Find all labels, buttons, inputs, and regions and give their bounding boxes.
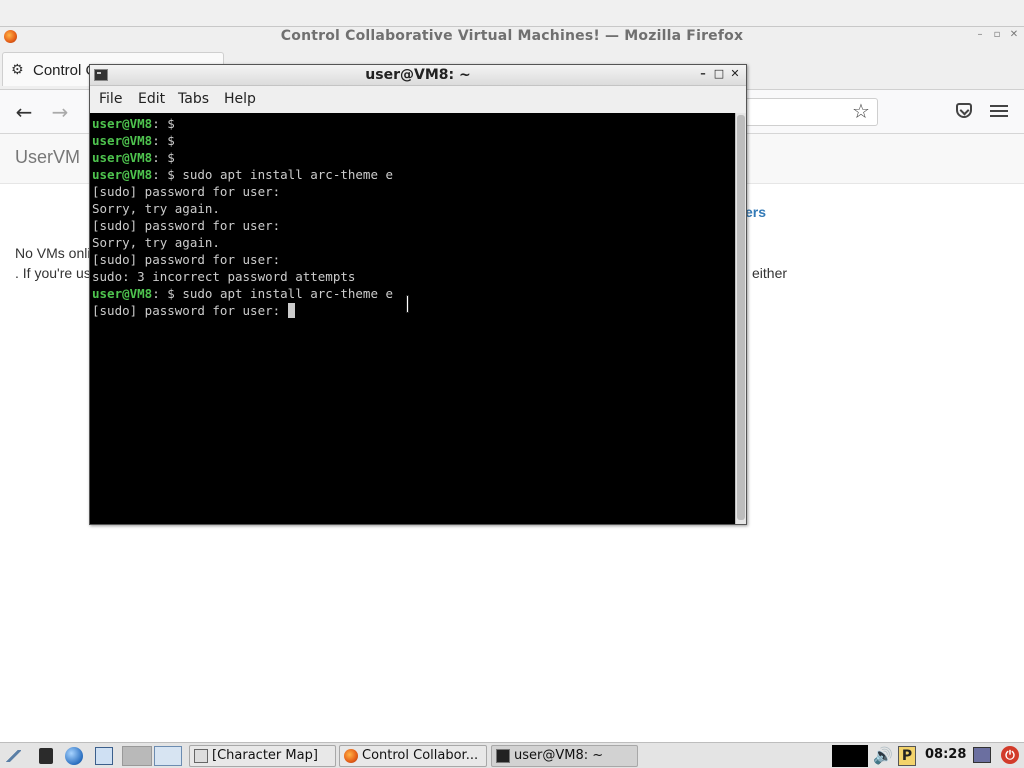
menu-help[interactable]: Help: [224, 91, 256, 107]
screen-lock-icon[interactable]: [973, 747, 991, 763]
terminal-menubar: File Edit Tabs Help: [90, 86, 746, 113]
prompt-user: user@VM8: [92, 167, 153, 182]
firefox-window-title: Control Collaborative Virtual Machines! …: [280, 28, 744, 44]
pocket-icon[interactable]: [956, 103, 972, 118]
terminal-line: user@VM8: $: [92, 149, 393, 166]
volume-icon[interactable]: 🔊: [873, 746, 893, 766]
prompt-user: user@VM8: [92, 133, 153, 148]
terminal-window: user@VM8: ~ – □ ✕ File Edit Tabs Help us…: [89, 64, 747, 525]
character-map-icon: [194, 749, 208, 763]
terminal-title: user@VM8: ~: [365, 67, 471, 83]
workspace-1[interactable]: [122, 746, 152, 766]
terminal-line: [sudo] password for user:: [92, 302, 393, 319]
desktop-top-strip: [0, 0, 1024, 27]
close-icon[interactable]: ✕: [728, 67, 742, 81]
line-text: Sorry, try again.: [92, 235, 220, 250]
menu-file[interactable]: File: [99, 91, 122, 107]
star-icon[interactable]: ☆: [852, 100, 870, 122]
line-text: : $ sudo apt install arc-theme e: [152, 167, 394, 182]
no-vms-text: No VMs onli: [15, 245, 91, 261]
terminal-line: Sorry, try again.: [92, 200, 393, 217]
maximize-icon[interactable]: □: [712, 67, 726, 81]
terminal-line: [sudo] password for user:: [92, 217, 393, 234]
task-firefox[interactable]: Control Collabor...: [339, 745, 487, 767]
tab-label: Control C: [33, 62, 97, 79]
task-terminal[interactable]: user@VM8: ~: [491, 745, 638, 767]
clock[interactable]: 08:28: [925, 747, 966, 762]
workspace-2[interactable]: [154, 746, 182, 766]
terminal-line: [sudo] password for user:: [92, 183, 393, 200]
task-label: [Character Map]: [212, 748, 318, 763]
restore-icon[interactable]: ▫: [991, 29, 1003, 41]
brand-link[interactable]: UserVM: [15, 147, 80, 168]
menu-edit[interactable]: Edit: [138, 91, 165, 107]
tab-favicon-icon: ⚙: [11, 62, 24, 78]
line-text: [sudo] password for user:: [92, 303, 288, 318]
close-icon[interactable]: ✕: [1008, 29, 1020, 41]
line-text: : $: [152, 133, 175, 148]
forward-arrow-icon[interactable]: →: [49, 101, 71, 123]
power-icon[interactable]: ⏻: [1001, 746, 1019, 764]
prompt-user: user@VM8: [92, 116, 153, 131]
terminal-cursor: [287, 303, 295, 318]
task-character-map[interactable]: [Character Map]: [189, 745, 336, 767]
info-text: . If you're us: [15, 265, 91, 281]
text-cursor-icon: [405, 296, 411, 312]
terminal-line: user@VM8: $: [92, 132, 393, 149]
line-text: Sorry, try again.: [92, 201, 220, 216]
scrollbar-thumb[interactable]: [737, 115, 745, 520]
info-text-tail: either: [752, 265, 788, 281]
line-text: [sudo] password for user:: [92, 184, 281, 199]
browser-launcher-icon[interactable]: [65, 747, 83, 765]
terminal-line: user@VM8: $ sudo apt install arc-theme e: [92, 166, 393, 183]
terminal-lines: user@VM8: $ user@VM8: $ user@VM8: $ user@VM…: [92, 115, 393, 319]
line-text: [sudo] password for user:: [92, 218, 281, 233]
terminal-icon: [496, 749, 510, 763]
prompt-user: user@VM8: [92, 286, 153, 301]
back-arrow-icon[interactable]: ←: [13, 101, 35, 123]
line-text: : $ sudo apt install arc-theme e: [152, 286, 394, 301]
task-label: Control Collabor...: [362, 748, 479, 763]
partial-link[interactable]: ers: [745, 204, 766, 220]
prompt-user: user@VM8: [92, 150, 153, 165]
line-text: [sudo] password for user:: [92, 252, 281, 267]
terminal-line: Sorry, try again.: [92, 234, 393, 251]
file-manager-icon[interactable]: [95, 747, 113, 765]
hamburger-menu-icon[interactable]: [990, 102, 1008, 120]
start-menu-icon[interactable]: [4, 747, 22, 765]
terminal-titlebar[interactable]: user@VM8: ~ – □ ✕: [90, 65, 746, 86]
line-text: : $: [152, 150, 175, 165]
terminal-scrollbar[interactable]: [735, 113, 746, 524]
parking-icon[interactable]: P: [898, 746, 916, 766]
minimize-icon[interactable]: –: [974, 29, 986, 41]
tray-monitor[interactable]: [832, 745, 868, 767]
line-text: sudo: 3 incorrect password attempts: [92, 269, 356, 284]
taskbar: [Character Map] Control Collabor... user…: [0, 742, 1024, 768]
minimize-icon[interactable]: –: [696, 67, 710, 81]
terminal-line: [sudo] password for user:: [92, 251, 393, 268]
task-label: user@VM8: ~: [514, 748, 604, 763]
firefox-icon: [344, 749, 358, 763]
terminal-line: user@VM8: $ sudo apt install arc-theme e: [92, 285, 393, 302]
show-desktop-icon[interactable]: [39, 748, 53, 764]
line-text: : $: [152, 116, 175, 131]
firefox-titlebar: Control Collaborative Virtual Machines! …: [0, 27, 1024, 46]
terminal-line: user@VM8: $: [92, 115, 393, 132]
menu-tabs[interactable]: Tabs: [178, 91, 209, 107]
terminal-output[interactable]: user@VM8: $ user@VM8: $ user@VM8: $ user@VM…: [90, 113, 735, 524]
terminal-line: sudo: 3 incorrect password attempts: [92, 268, 393, 285]
